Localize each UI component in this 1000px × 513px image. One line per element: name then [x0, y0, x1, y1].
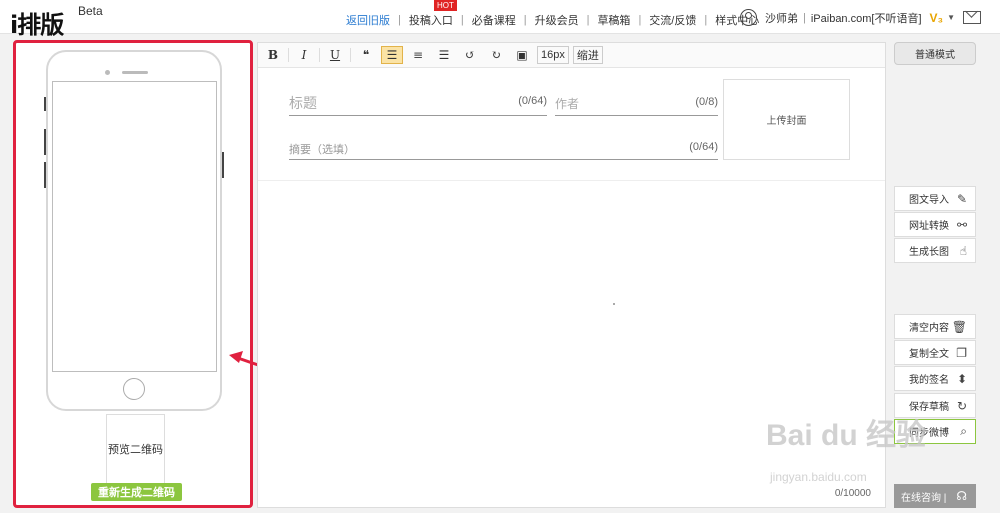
title-field[interactable]: 标题 (0/64) — [289, 93, 547, 116]
clear-label: 清空内容 — [909, 323, 949, 334]
italic-button[interactable]: I — [293, 46, 315, 64]
hand-icon: ☝ — [959, 243, 967, 258]
phone-screen — [52, 81, 217, 372]
upload-cover-button[interactable]: 上传封面 — [723, 79, 850, 160]
vip-badge[interactable]: V₃ — [930, 11, 944, 25]
summary-placeholder: 摘要（选填） — [289, 144, 355, 156]
chevron-down-icon[interactable]: ▼ — [947, 13, 955, 22]
nav-courses[interactable]: 必备课程 — [464, 12, 524, 28]
watermark-url: jingyan.baidu.com — [770, 470, 867, 484]
copy-label: 复制全文 — [909, 349, 949, 360]
trash-icon: 🗑 — [951, 319, 967, 334]
main-nav: 返回旧版 | 投稿入口 | 必备课程 | 升级会员 | 草稿箱 | 交流/反馈 | 样式中心 — [338, 12, 767, 28]
phone-home-button — [123, 378, 145, 400]
copy-icon: ❐ — [956, 345, 967, 360]
nav-old-version[interactable]: 返回旧版 — [338, 12, 398, 28]
select-arrows-icon: ⬍ — [956, 371, 967, 386]
longimg-label: 生成长图 — [909, 247, 949, 258]
author-count: (0/8) — [695, 96, 718, 108]
user-icon[interactable] — [740, 9, 757, 26]
mail-icon[interactable] — [963, 11, 981, 24]
beta-label: Beta — [78, 4, 103, 18]
signature-select[interactable]: 我的签名 ⬍ — [894, 366, 976, 391]
phone-camera — [105, 70, 110, 75]
user-site: iPaiban.com[不听语音] — [810, 12, 922, 25]
word-count: 0/10000 — [834, 488, 871, 499]
phone-side-button — [44, 129, 46, 155]
copy-button[interactable]: 复制全文 ❐ — [894, 340, 976, 365]
title-count: (0/64) — [518, 95, 547, 107]
quote-button[interactable]: ❝ — [355, 46, 377, 64]
nav-submit[interactable]: 投稿入口 — [401, 12, 461, 28]
undo-icon[interactable]: ↺ — [459, 46, 481, 64]
meta-area: 标题 (0/64) 作者 (0/8) 摘要（选填） (0/64) 上传封面 — [258, 69, 885, 181]
nav-drafts[interactable]: 草稿箱 — [589, 12, 638, 28]
title-placeholder: 标题 — [289, 95, 317, 111]
bold-button[interactable]: B — [262, 46, 284, 64]
align-center-icon[interactable]: ≡ — [407, 46, 429, 64]
align-left-icon[interactable]: ☰ — [381, 46, 403, 64]
phone-side-button — [44, 162, 46, 188]
align-right-icon[interactable]: ☰ — [433, 46, 455, 64]
preview-qr-code[interactable]: 预览二维码 — [106, 414, 165, 484]
hot-badge: HOT — [434, 0, 457, 11]
toolbar: B I U ❝ ☰ ≡ ☰ ↺ ↻ ▣ 16px 缩进 — [258, 43, 885, 68]
preview-panel: 预览二维码 重新生成二维码 — [13, 40, 253, 508]
logo[interactable]: i排版 — [10, 5, 64, 40]
url-label: 网址转换 — [909, 221, 949, 232]
top-bar: i排版 Beta HOT 返回旧版 | 投稿入口 | 必备课程 | 升级会员 | 草稿箱… — [0, 0, 1000, 39]
edit-icon: ✎ — [956, 191, 967, 206]
right-sidebar: 普通模式 图文导入 ✎ 网址转换 ⚯ 生成长图 ☝ 清空内容 🗑 复制全文 ❐ 我的签名 ⬍… — [894, 42, 976, 444]
headset-icon: ☊ — [956, 489, 968, 503]
import-label: 图文导入 — [909, 195, 949, 206]
phone-side-button — [44, 97, 46, 111]
summary-field[interactable]: 摘要（选填） (0/64) — [289, 141, 718, 160]
cursor-dot — [613, 303, 615, 305]
phone-preview — [44, 50, 224, 411]
online-consult-button[interactable]: 在线咨询 | ☊ — [894, 484, 976, 508]
nav-feedback[interactable]: 交流/反馈 — [641, 12, 704, 28]
indent-button[interactable]: 缩进 — [572, 46, 603, 64]
phone-side-button — [222, 152, 224, 178]
long-image-button[interactable]: 生成长图 ☝ — [894, 238, 976, 263]
author-field[interactable]: 作者 (0/8) — [555, 95, 718, 116]
underline-button[interactable]: U — [324, 46, 346, 64]
author-placeholder: 作者 — [555, 97, 580, 111]
import-button[interactable]: 图文导入 ✎ — [894, 186, 976, 211]
phone-speaker — [122, 71, 148, 74]
normal-mode-button[interactable]: 普通模式 — [894, 42, 976, 65]
redo-icon[interactable]: ↻ — [485, 46, 507, 64]
clear-button[interactable]: 清空内容 🗑 — [894, 314, 976, 339]
consult-label: 在线咨询 | — [901, 492, 947, 504]
user-name[interactable]: 沙师弟 — [765, 10, 798, 26]
refresh-icon: ↻ — [956, 398, 967, 413]
nav-upgrade[interactable]: 升级会员 — [527, 12, 587, 28]
user-area: 沙师弟 | iPaiban.com[不听语音] V₃ ▼ — [740, 9, 981, 26]
sign-label: 我的签名 — [909, 375, 949, 386]
url-convert-button[interactable]: 网址转换 ⚯ — [894, 212, 976, 237]
image-icon[interactable]: ▣ — [511, 46, 533, 64]
summary-count: (0/64) — [689, 141, 718, 153]
font-size-select[interactable]: 16px — [537, 46, 569, 64]
watermark: Bai du 经验 — [766, 419, 927, 452]
regenerate-qr-button[interactable]: 重新生成二维码 — [91, 483, 182, 501]
search-icon: ⌕ — [960, 424, 967, 438]
link-icon: ⚯ — [956, 217, 967, 232]
